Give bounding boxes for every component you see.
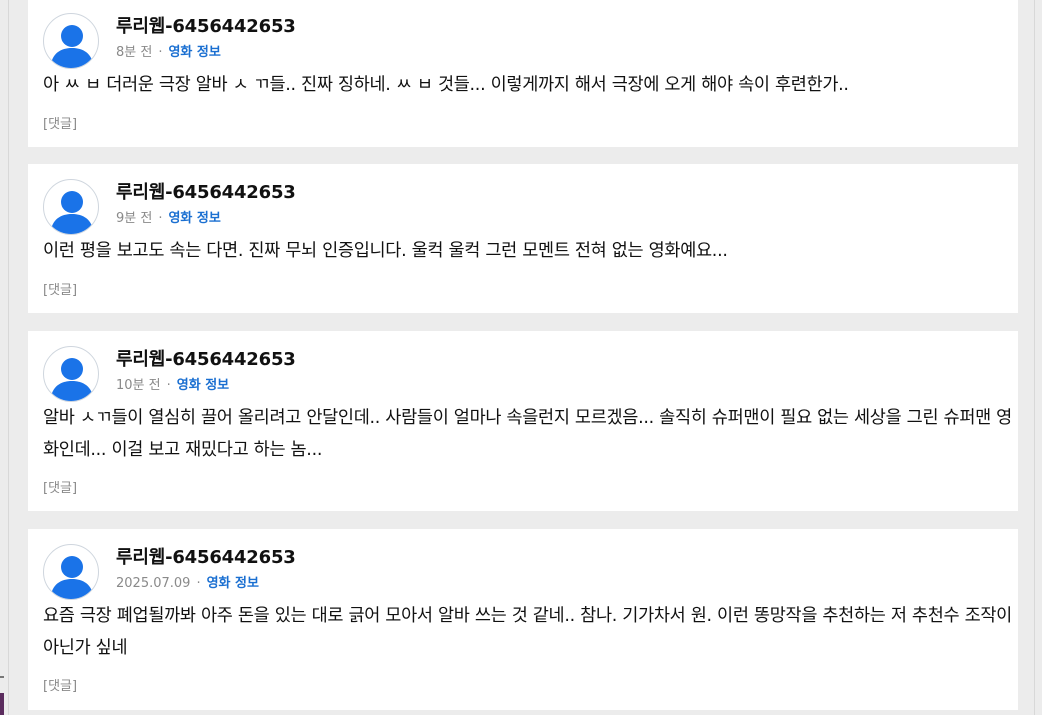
comment-time: 9분 전 [116, 211, 153, 226]
comment-author[interactable]: 루리웹-6456442653 [116, 543, 296, 569]
comment-author[interactable]: 루리웹-6456442653 [116, 345, 296, 371]
comment-text: 요즘 극장 폐업될까봐 아주 돈을 있는 대로 긁어 모아서 알바 쓰는 것 같… [43, 606, 1012, 658]
meta-separator: · [166, 378, 171, 393]
reply-link[interactable]: [댓글] [43, 279, 77, 298]
comment-card: 루리웹-6456442653 9분 전 · 영화 정보 이런 평을 보고도 속는 다… [28, 164, 1018, 313]
comment-card: 루리웹-6456442653 2025.07.09 · 영화 정보 요즘 극장 폐업… [28, 529, 1018, 710]
comment-time: 8분 전 [116, 45, 153, 60]
comment-card: 루리웹-6456442653 10분 전 · 영화 정보 알바 ㅅㄲ들이 열심히 끌… [28, 331, 1018, 511]
edge-marker [0, 693, 4, 715]
meta-separator: · [158, 45, 163, 60]
meta-separator: · [158, 211, 163, 226]
comment-author[interactable]: 루리웹-6456442653 [116, 178, 296, 204]
user-avatar-icon[interactable] [43, 179, 99, 235]
comment-meta: 8분 전 · 영화 정보 [116, 41, 221, 60]
comment-time: 2025.07.09 [116, 576, 191, 591]
comment-meta: 9분 전 · 영화 정보 [116, 207, 221, 226]
meta-separator: · [196, 576, 201, 591]
edge-divider [0, 676, 4, 678]
comment-category-link[interactable]: 영화 정보 [168, 211, 220, 226]
user-avatar-icon[interactable] [43, 346, 99, 402]
page-right-border [1034, 0, 1035, 715]
comment-text: 이런 평을 보고도 속는 다면. 진짜 무뇌 인증입니다. 울컥 울컥 그런 모… [43, 241, 728, 261]
comment-category-link[interactable]: 영화 정보 [177, 378, 229, 393]
comment-text: 알바 ㅅㄲ들이 열심히 끌어 올리려고 안달인데.. 사람들이 얼마나 속을런지… [43, 408, 1012, 460]
user-avatar-icon[interactable] [43, 13, 99, 69]
comment-meta: 10분 전 · 영화 정보 [116, 374, 229, 393]
comment-card: 루리웹-6456442653 8분 전 · 영화 정보 아 ㅆ ㅂ 더러운 극장 알… [28, 0, 1018, 147]
comment-author[interactable]: 루리웹-6456442653 [116, 12, 296, 38]
user-avatar-icon[interactable] [43, 544, 99, 600]
comment-text: 아 ㅆ ㅂ 더러운 극장 알바 ㅅ ㄲ들.. 진짜 징하네. ㅆ ㅂ 것들...… [43, 75, 849, 95]
reply-link[interactable]: [댓글] [43, 675, 77, 694]
comment-category-link[interactable]: 영화 정보 [168, 45, 220, 60]
comment-time: 10분 전 [116, 378, 161, 393]
reply-link[interactable]: [댓글] [43, 477, 77, 496]
page-left-border [8, 0, 9, 715]
reply-link[interactable]: [댓글] [43, 113, 77, 132]
comment-category-link[interactable]: 영화 정보 [207, 576, 259, 591]
comment-meta: 2025.07.09 · 영화 정보 [116, 572, 259, 591]
